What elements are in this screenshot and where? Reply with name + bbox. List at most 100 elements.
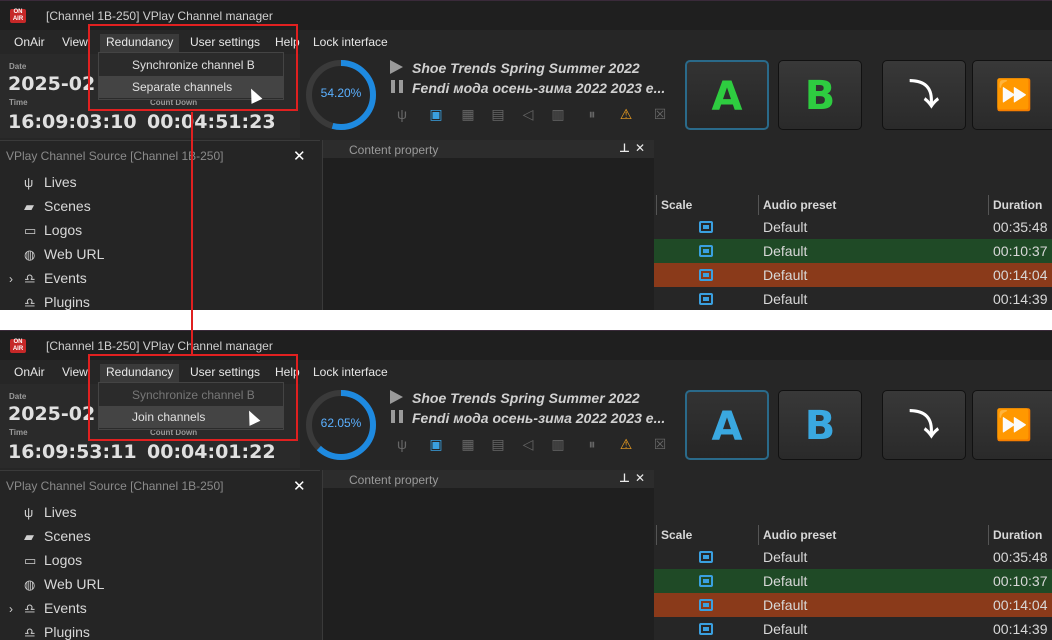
scale-icon [699, 575, 713, 587]
column-header-audio-preset[interactable]: Audio preset [758, 195, 990, 215]
duration-cell: 00:35:48 [993, 549, 1048, 565]
table-row[interactable]: Default 00:14:39 [654, 617, 1052, 640]
expand-chevron-icon[interactable]: › [9, 272, 13, 286]
pause-icon[interactable] [391, 410, 403, 423]
menu-view[interactable]: View [62, 364, 88, 382]
next-arrow-button[interactable]: ⤵ [882, 60, 966, 130]
countdown-value: 00:04:51:23 [147, 111, 276, 133]
close-icon[interactable]: ✕ [635, 471, 645, 485]
monitor-icon: ▭ [24, 223, 37, 238]
audio-preset-cell: Default [763, 597, 808, 613]
grid-icon[interactable]: ▦ [458, 434, 478, 454]
channel-a-button[interactable]: A [685, 390, 769, 460]
antenna-icon[interactable]: ψ [392, 434, 412, 454]
scale-icon [699, 221, 713, 233]
skip-forward-button[interactable]: ⏩ [972, 390, 1052, 460]
tree-item-events[interactable]: ♎ Events [24, 600, 87, 617]
pause-icon[interactable] [391, 80, 403, 93]
warning-icon[interactable]: ⚠ [616, 434, 636, 454]
current-clip-title: Shoe Trends Spring Summer 2022 [412, 60, 640, 76]
tree-item-web-url[interactable]: ◍ Web URL [24, 246, 104, 263]
film-icon[interactable]: ▥ [548, 434, 568, 454]
audio-preset-cell: Default [763, 573, 808, 589]
time-label: Time [9, 98, 28, 107]
table-row[interactable]: Default 00:14:39 [654, 287, 1052, 310]
skip-forward-button[interactable]: ⏩ [972, 60, 1052, 130]
column-header-duration[interactable]: Duration [988, 525, 1052, 545]
close-box-icon[interactable]: ☒ [650, 104, 670, 124]
column-header-scale[interactable]: Scale [656, 525, 760, 545]
duration-cell: 00:35:48 [993, 219, 1048, 235]
menu-lock-interface[interactable]: Lock interface [313, 364, 388, 382]
tree-item-logos[interactable]: ▭ Logos [24, 222, 82, 239]
menu-lock-interface[interactable]: Lock interface [313, 34, 388, 52]
channel-source-panel: VPlay Channel Source [Channel 1B-250] ✕ … [0, 470, 320, 640]
onair-logo-icon: ON AIR [10, 339, 26, 353]
antenna-icon[interactable]: ψ [392, 104, 412, 124]
window-title: [Channel 1B-250] VPlay Channel manager [46, 9, 273, 23]
video-playlist-icon[interactable]: ▣ [426, 104, 446, 124]
channel-a-button[interactable]: A [685, 60, 769, 130]
play-icon[interactable] [390, 390, 403, 404]
screenshot-bottom: ON AIR [Channel 1B-250] VPlay Channel ma… [0, 330, 1052, 640]
warning-icon[interactable]: ⚠ [616, 104, 636, 124]
table-row[interactable]: Default 00:10:37 [654, 569, 1052, 593]
tree-item-lives[interactable]: ψ Lives [24, 174, 77, 190]
tree-item-plugins[interactable]: ♎ Plugins [24, 624, 90, 640]
table-row[interactable]: Default 00:35:48 [654, 545, 1052, 569]
next-arrow-button[interactable]: ⤵ [882, 390, 966, 460]
play-icon[interactable] [390, 60, 403, 74]
playlist-table: Scale Audio preset Duration Default 00:35… [654, 140, 1052, 310]
clapper-icon: ▰ [24, 199, 34, 214]
layout-icon[interactable]: ▤ [488, 434, 508, 454]
content-property-title: Content property [349, 143, 439, 157]
speaker-icon[interactable]: ◁ [518, 434, 538, 454]
layout-icon[interactable]: ▤ [488, 104, 508, 124]
bell-icon: ♎ [24, 625, 36, 640]
channel-b-button[interactable]: B [778, 60, 862, 130]
video-playlist-icon[interactable]: ▣ [426, 434, 446, 454]
bell-icon: ♎ [24, 271, 36, 286]
column-header-audio-preset[interactable]: Audio preset [758, 525, 990, 545]
table-row[interactable]: Default 00:14:04 [654, 593, 1052, 617]
menu-onair[interactable]: OnAir [14, 364, 45, 382]
close-box-icon[interactable]: ☒ [650, 434, 670, 454]
tree-item-scenes[interactable]: ▰ Scenes [24, 198, 91, 215]
close-icon[interactable]: ✕ [293, 147, 306, 165]
close-icon[interactable]: ✕ [635, 141, 645, 155]
time-label: Time [9, 428, 28, 437]
column-header-scale[interactable]: Scale [656, 195, 760, 215]
expand-chevron-icon[interactable]: › [9, 602, 13, 616]
globe-icon: ◍ [24, 577, 36, 592]
tree-item-label: Scenes [44, 198, 91, 214]
film-icon[interactable]: ▥ [548, 104, 568, 124]
date-label: Date [9, 62, 27, 71]
progress-percent: 54.20% [320, 86, 362, 100]
tree-item-web-url[interactable]: ◍ Web URL [24, 576, 104, 593]
close-icon[interactable]: ✕ [293, 477, 306, 495]
tree-item-logos[interactable]: ▭ Logos [24, 552, 82, 569]
red-highlight-box [88, 354, 298, 441]
table-row[interactable]: Default 00:14:04 [654, 263, 1052, 287]
duration-cell: 00:14:04 [993, 267, 1048, 283]
tree-item-lives[interactable]: ψ Lives [24, 504, 77, 520]
pin-icon[interactable]: ⊥ [619, 141, 630, 155]
tree-item-events[interactable]: ♎ Events [24, 270, 87, 287]
tree-item-plugins[interactable]: ♎ Plugins [24, 294, 90, 310]
pause-box-icon[interactable]: ⏸ [582, 104, 602, 124]
table-row[interactable]: Default 00:10:37 [654, 239, 1052, 263]
menu-view[interactable]: View [62, 34, 88, 52]
tree-item-scenes[interactable]: ▰ Scenes [24, 528, 91, 545]
time-value: 16:09:53:11 [8, 441, 137, 463]
tree-item-label: Events [44, 600, 87, 616]
table-row[interactable]: Default 00:35:48 [654, 215, 1052, 239]
channel-b-button[interactable]: B [778, 390, 862, 460]
pause-box-icon[interactable]: ⏸ [582, 434, 602, 454]
antenna-icon: ψ [24, 175, 34, 190]
content-property-panel: Content property ⊥ ✕ [322, 470, 655, 640]
pin-icon[interactable]: ⊥ [619, 471, 630, 485]
speaker-icon[interactable]: ◁ [518, 104, 538, 124]
menu-onair[interactable]: OnAir [14, 34, 45, 52]
column-header-duration[interactable]: Duration [988, 195, 1052, 215]
grid-icon[interactable]: ▦ [458, 104, 478, 124]
